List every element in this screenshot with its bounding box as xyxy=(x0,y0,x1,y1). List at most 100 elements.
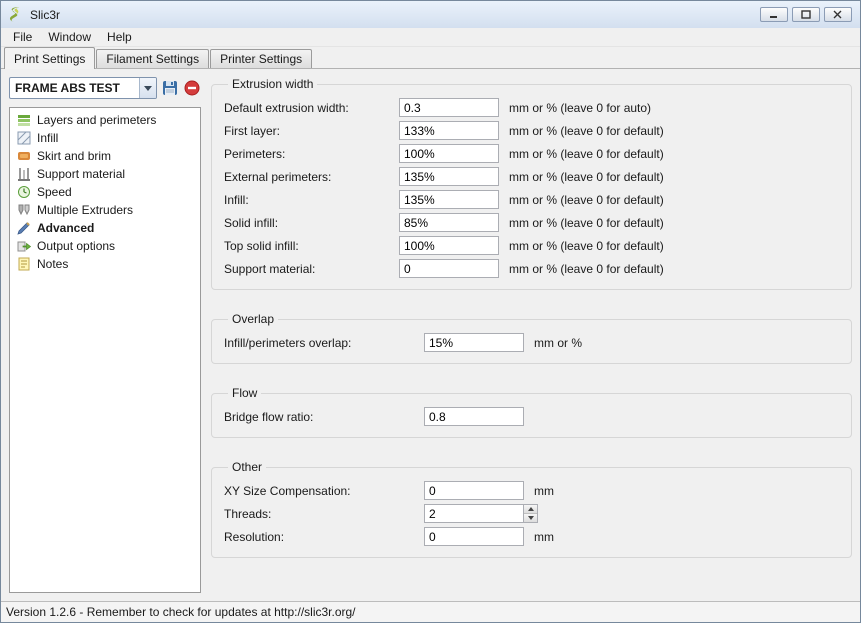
tree-item-speed[interactable]: Speed xyxy=(12,183,198,201)
group-title: Extrusion width xyxy=(228,77,317,91)
perimeters-input[interactable] xyxy=(399,144,499,163)
setting-row: Threads: xyxy=(224,502,839,525)
menu-window[interactable]: Window xyxy=(40,28,99,46)
settings-page-advanced: Extrusion width Default extrusion width:… xyxy=(211,77,852,593)
save-preset-button[interactable] xyxy=(161,79,179,97)
threads-input[interactable] xyxy=(424,504,524,523)
tree-item-label: Output options xyxy=(37,239,115,253)
infill-icon xyxy=(16,130,32,146)
preset-toolbar: FRAME ABS TEST xyxy=(9,77,201,99)
setting-row: Solid infill: mm or % (leave 0 for defau… xyxy=(224,211,839,234)
delete-preset-button[interactable] xyxy=(183,79,201,97)
minimize-icon xyxy=(769,10,779,19)
close-icon xyxy=(833,10,843,19)
tree-item-label: Skirt and brim xyxy=(37,149,111,163)
top-solid-infill-input[interactable] xyxy=(399,236,499,255)
tree-item-skirt-and-brim[interactable]: Skirt and brim xyxy=(12,147,198,165)
tab-filament-settings[interactable]: Filament Settings xyxy=(96,49,209,68)
resolution-input[interactable] xyxy=(424,527,524,546)
tree-item-label: Multiple Extruders xyxy=(37,203,133,217)
tree-item-notes[interactable]: Notes xyxy=(12,255,198,273)
external-perimeters-input[interactable] xyxy=(399,167,499,186)
settings-tree: Layers and perimeters Infill Skirt and b… xyxy=(9,107,201,593)
preset-dropdown[interactable]: FRAME ABS TEST xyxy=(9,77,157,99)
group-title: Other xyxy=(228,460,266,474)
stepper-up-button[interactable] xyxy=(524,505,537,513)
notes-icon xyxy=(16,256,32,272)
bridge-flow-ratio-input[interactable] xyxy=(424,407,524,426)
window-controls xyxy=(760,7,854,22)
group-other: Other XY Size Compensation: mm Threads: xyxy=(211,460,852,558)
xy-size-compensation-input[interactable] xyxy=(424,481,524,500)
support-material-icon xyxy=(16,166,32,182)
status-text: Version 1.2.6 - Remember to check for up… xyxy=(6,605,356,619)
setting-row: External perimeters: mm or % (leave 0 fo… xyxy=(224,165,839,188)
setting-suffix: mm xyxy=(534,530,554,544)
tree-item-label: Infill xyxy=(37,131,58,145)
setting-row: XY Size Compensation: mm xyxy=(224,479,839,502)
setting-row: Infill: mm or % (leave 0 for default) xyxy=(224,188,839,211)
tabbar: Print Settings Filament Settings Printer… xyxy=(1,47,860,69)
tree-item-support-material[interactable]: Support material xyxy=(12,165,198,183)
maximize-button[interactable] xyxy=(792,7,820,22)
tree-item-label: Notes xyxy=(37,257,68,271)
delete-icon xyxy=(184,80,200,96)
infill-input[interactable] xyxy=(399,190,499,209)
group-flow: Flow Bridge flow ratio: xyxy=(211,386,852,438)
setting-label: XY Size Compensation: xyxy=(224,484,424,498)
setting-label: Threads: xyxy=(224,507,424,521)
setting-suffix: mm or % (leave 0 for default) xyxy=(509,147,664,161)
tree-item-output-options[interactable]: Output options xyxy=(12,237,198,255)
setting-suffix: mm or % (leave 0 for default) xyxy=(509,239,664,253)
menu-help[interactable]: Help xyxy=(99,28,140,46)
save-icon xyxy=(162,80,178,96)
main-area: FRAME ABS TEST xyxy=(1,69,860,601)
setting-label: Resolution: xyxy=(224,530,424,544)
tree-item-advanced[interactable]: Advanced xyxy=(12,219,198,237)
setting-label: First layer: xyxy=(224,124,399,138)
setting-row: Top solid infill: mm or % (leave 0 for d… xyxy=(224,234,839,257)
tree-item-infill[interactable]: Infill xyxy=(12,129,198,147)
titlebar: Slic3r xyxy=(1,1,860,28)
setting-suffix: mm or % (leave 0 for default) xyxy=(509,193,664,207)
setting-row: Support material: mm or % (leave 0 for d… xyxy=(224,257,839,280)
tree-item-label: Layers and perimeters xyxy=(37,113,156,127)
setting-row: First layer: mm or % (leave 0 for defaul… xyxy=(224,119,839,142)
default-extrusion-width-input[interactable] xyxy=(399,98,499,117)
setting-suffix: mm or % (leave 0 for default) xyxy=(509,216,664,230)
group-overlap: Overlap Infill/perimeters overlap: mm or… xyxy=(211,312,852,364)
tree-item-label: Support material xyxy=(37,167,125,181)
tree-item-layers-and-perimeters[interactable]: Layers and perimeters xyxy=(12,111,198,129)
setting-label: Top solid infill: xyxy=(224,239,399,253)
setting-suffix: mm or % xyxy=(534,336,582,350)
stepper-down-button[interactable] xyxy=(524,513,537,522)
window-title: Slic3r xyxy=(30,8,60,22)
speed-icon xyxy=(16,184,32,200)
setting-label: External perimeters: xyxy=(224,170,399,184)
chevron-down-icon[interactable] xyxy=(139,78,156,98)
minimize-button[interactable] xyxy=(760,7,788,22)
menu-file[interactable]: File xyxy=(5,28,40,46)
tree-item-label: Advanced xyxy=(37,221,94,235)
infill-perimeters-overlap-input[interactable] xyxy=(424,333,524,352)
setting-label: Default extrusion width: xyxy=(224,101,399,115)
tree-item-multiple-extruders[interactable]: Multiple Extruders xyxy=(12,201,198,219)
support-material-input[interactable] xyxy=(399,259,499,278)
preset-dropdown-value: FRAME ABS TEST xyxy=(10,78,139,98)
tab-printer-settings[interactable]: Printer Settings xyxy=(210,49,312,68)
setting-suffix: mm or % (leave 0 for default) xyxy=(509,262,664,276)
maximize-icon xyxy=(801,10,811,19)
slic3r-logo-icon xyxy=(7,6,25,24)
output-options-icon xyxy=(16,238,32,254)
skirt-icon xyxy=(16,148,32,164)
chevron-up-icon xyxy=(528,507,534,511)
tab-print-settings[interactable]: Print Settings xyxy=(4,47,95,69)
layers-icon xyxy=(16,112,32,128)
close-button[interactable] xyxy=(824,7,852,22)
first-layer-input[interactable] xyxy=(399,121,499,140)
menubar: File Window Help xyxy=(1,28,860,47)
setting-suffix: mm xyxy=(534,484,554,498)
solid-infill-input[interactable] xyxy=(399,213,499,232)
setting-row: Default extrusion width: mm or % (leave … xyxy=(224,96,839,119)
setting-suffix: mm or % (leave 0 for default) xyxy=(509,170,664,184)
